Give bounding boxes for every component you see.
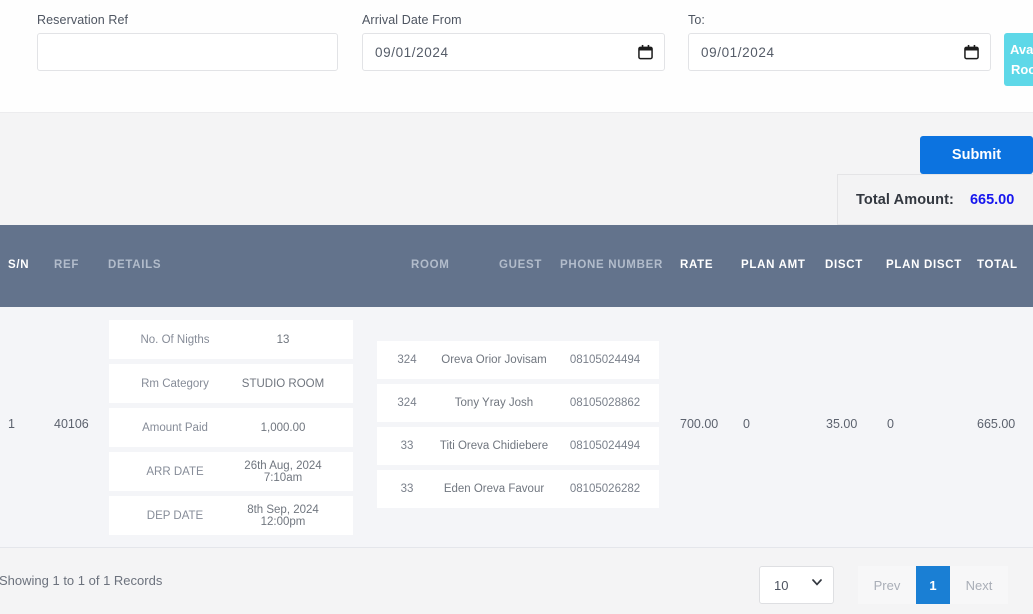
guest-phone: 08105024494 bbox=[569, 440, 641, 452]
detail-row: Rm Category STUDIO ROOM bbox=[109, 364, 353, 403]
detail-row: Amount Paid 1,000.00 bbox=[109, 408, 353, 447]
total-amount-value: 665.00 bbox=[969, 191, 1015, 208]
cell-ref: 40106 bbox=[54, 417, 89, 431]
reservation-report-page: Reservation Ref Arrival Date From To: bbox=[0, 0, 1033, 614]
table-row: 1 40106 No. Of Nigths 13 Rm Category STU… bbox=[0, 307, 1033, 548]
column-header-sn: S/N bbox=[8, 259, 30, 271]
column-header-total: TOTAL bbox=[977, 259, 1018, 271]
guest-sub-table: 324 Oreva Orior Jovisam 08105024494 324 … bbox=[377, 341, 659, 513]
guest-row: 33 Titi Oreva Chidiebere 08105024494 bbox=[377, 427, 659, 465]
detail-value: 1,000.00 bbox=[260, 421, 306, 434]
column-header-plan-disct: PLAN DISCT bbox=[886, 259, 962, 271]
cell-sn: 1 bbox=[8, 417, 15, 431]
guest-name: Oreva Orior Jovisam bbox=[441, 354, 547, 366]
details-sub-table: No. Of Nigths 13 Rm Category STUDIO ROOM… bbox=[109, 320, 353, 540]
arrival-to-input[interactable] bbox=[688, 33, 991, 71]
column-header-ref: REF bbox=[54, 259, 80, 271]
detail-key: Rm Category bbox=[141, 377, 209, 390]
pagination-next-button[interactable]: Next bbox=[950, 566, 1008, 604]
detail-row: No. Of Nigths 13 bbox=[109, 320, 353, 359]
column-header-plan-amt: PLAN AMT bbox=[741, 259, 806, 271]
detail-key: No. Of Nigths bbox=[140, 333, 210, 346]
cell-total: 665.00 bbox=[977, 417, 1016, 431]
column-header-room: ROOM bbox=[411, 259, 450, 271]
total-amount-box: Total Amount: 665.00 bbox=[837, 174, 1033, 225]
detail-key: DEP DATE bbox=[146, 509, 204, 522]
detail-value: 26th Aug, 2024 7:10am bbox=[244, 459, 322, 484]
detail-value: 13 bbox=[276, 333, 290, 346]
column-header-guest: GUEST bbox=[499, 259, 543, 271]
guest-name: Tony Yray Josh bbox=[454, 397, 534, 409]
guest-room: 33 bbox=[400, 440, 414, 452]
guest-name: Eden Oreva Favour bbox=[443, 483, 545, 495]
reservation-ref-field: Reservation Ref bbox=[37, 13, 338, 71]
arrival-from-field: Arrival Date From bbox=[362, 13, 665, 71]
guest-phone: 08105026282 bbox=[569, 483, 641, 495]
pagination-page-1-button[interactable]: 1 bbox=[916, 566, 950, 604]
action-band: Submit Total Amount: 665.00 bbox=[0, 113, 1033, 225]
column-header-phone: PHONE NUMBER bbox=[560, 259, 663, 271]
column-header-disct: DISCT bbox=[825, 259, 863, 271]
detail-row: ARR DATE 26th Aug, 2024 7:10am bbox=[109, 452, 353, 491]
guest-phone: 08105028862 bbox=[569, 397, 641, 409]
table-header: S/N REF DETAILS ROOM GUEST PHONE NUMBER … bbox=[0, 225, 1033, 307]
table-footer: Showing 1 to 1 of 1 Records 10 25 50 100… bbox=[0, 548, 1033, 614]
guest-row: 324 Oreva Orior Jovisam 08105024494 bbox=[377, 341, 659, 379]
arrival-to-label: To: bbox=[688, 13, 705, 27]
column-header-details: DETAILS bbox=[108, 259, 162, 271]
available-rooms-button[interactable]: Available Rooms bbox=[1004, 33, 1033, 86]
pagination: Prev 1 Next bbox=[858, 566, 1008, 604]
guest-phone: 08105024494 bbox=[569, 354, 641, 366]
reservation-ref-input[interactable] bbox=[37, 33, 338, 71]
arrival-from-wrap bbox=[362, 33, 665, 71]
detail-value: 8th Sep, 2024 12:00pm bbox=[247, 503, 319, 528]
submit-button[interactable]: Submit bbox=[920, 136, 1033, 174]
total-amount-label: Total Amount: bbox=[856, 191, 954, 208]
guest-row: 324 Tony Yray Josh 08105028862 bbox=[377, 384, 659, 422]
detail-key: ARR DATE bbox=[146, 465, 204, 478]
detail-key: Amount Paid bbox=[142, 421, 208, 434]
guest-name: Titi Oreva Chidiebere bbox=[439, 440, 549, 452]
pagination-prev-button[interactable]: Prev bbox=[858, 566, 916, 604]
arrival-from-input[interactable] bbox=[362, 33, 665, 71]
cell-rate: 700.00 bbox=[680, 417, 719, 431]
cell-plan-disct: 0 bbox=[887, 417, 894, 431]
detail-row: DEP DATE 8th Sep, 2024 12:00pm bbox=[109, 496, 353, 535]
guest-room: 33 bbox=[400, 483, 414, 495]
filter-bar: Reservation Ref Arrival Date From To: bbox=[0, 0, 1033, 113]
reservation-ref-label: Reservation Ref bbox=[37, 13, 129, 27]
column-header-rate: RATE bbox=[680, 259, 714, 271]
cell-disct: 35.00 bbox=[826, 417, 858, 431]
detail-value: STUDIO ROOM bbox=[241, 377, 325, 390]
arrival-from-label: Arrival Date From bbox=[362, 13, 462, 27]
cell-plan-amt: 0 bbox=[743, 417, 750, 431]
arrival-to-field: To: bbox=[688, 13, 991, 71]
page-size-select[interactable]: 10 25 50 100 bbox=[759, 566, 834, 604]
records-summary: Showing 1 to 1 of 1 Records bbox=[0, 573, 163, 588]
guest-room: 324 bbox=[397, 397, 417, 409]
guest-room: 324 bbox=[397, 354, 417, 366]
arrival-to-wrap bbox=[688, 33, 991, 71]
guest-row: 33 Eden Oreva Favour 08105026282 bbox=[377, 470, 659, 508]
